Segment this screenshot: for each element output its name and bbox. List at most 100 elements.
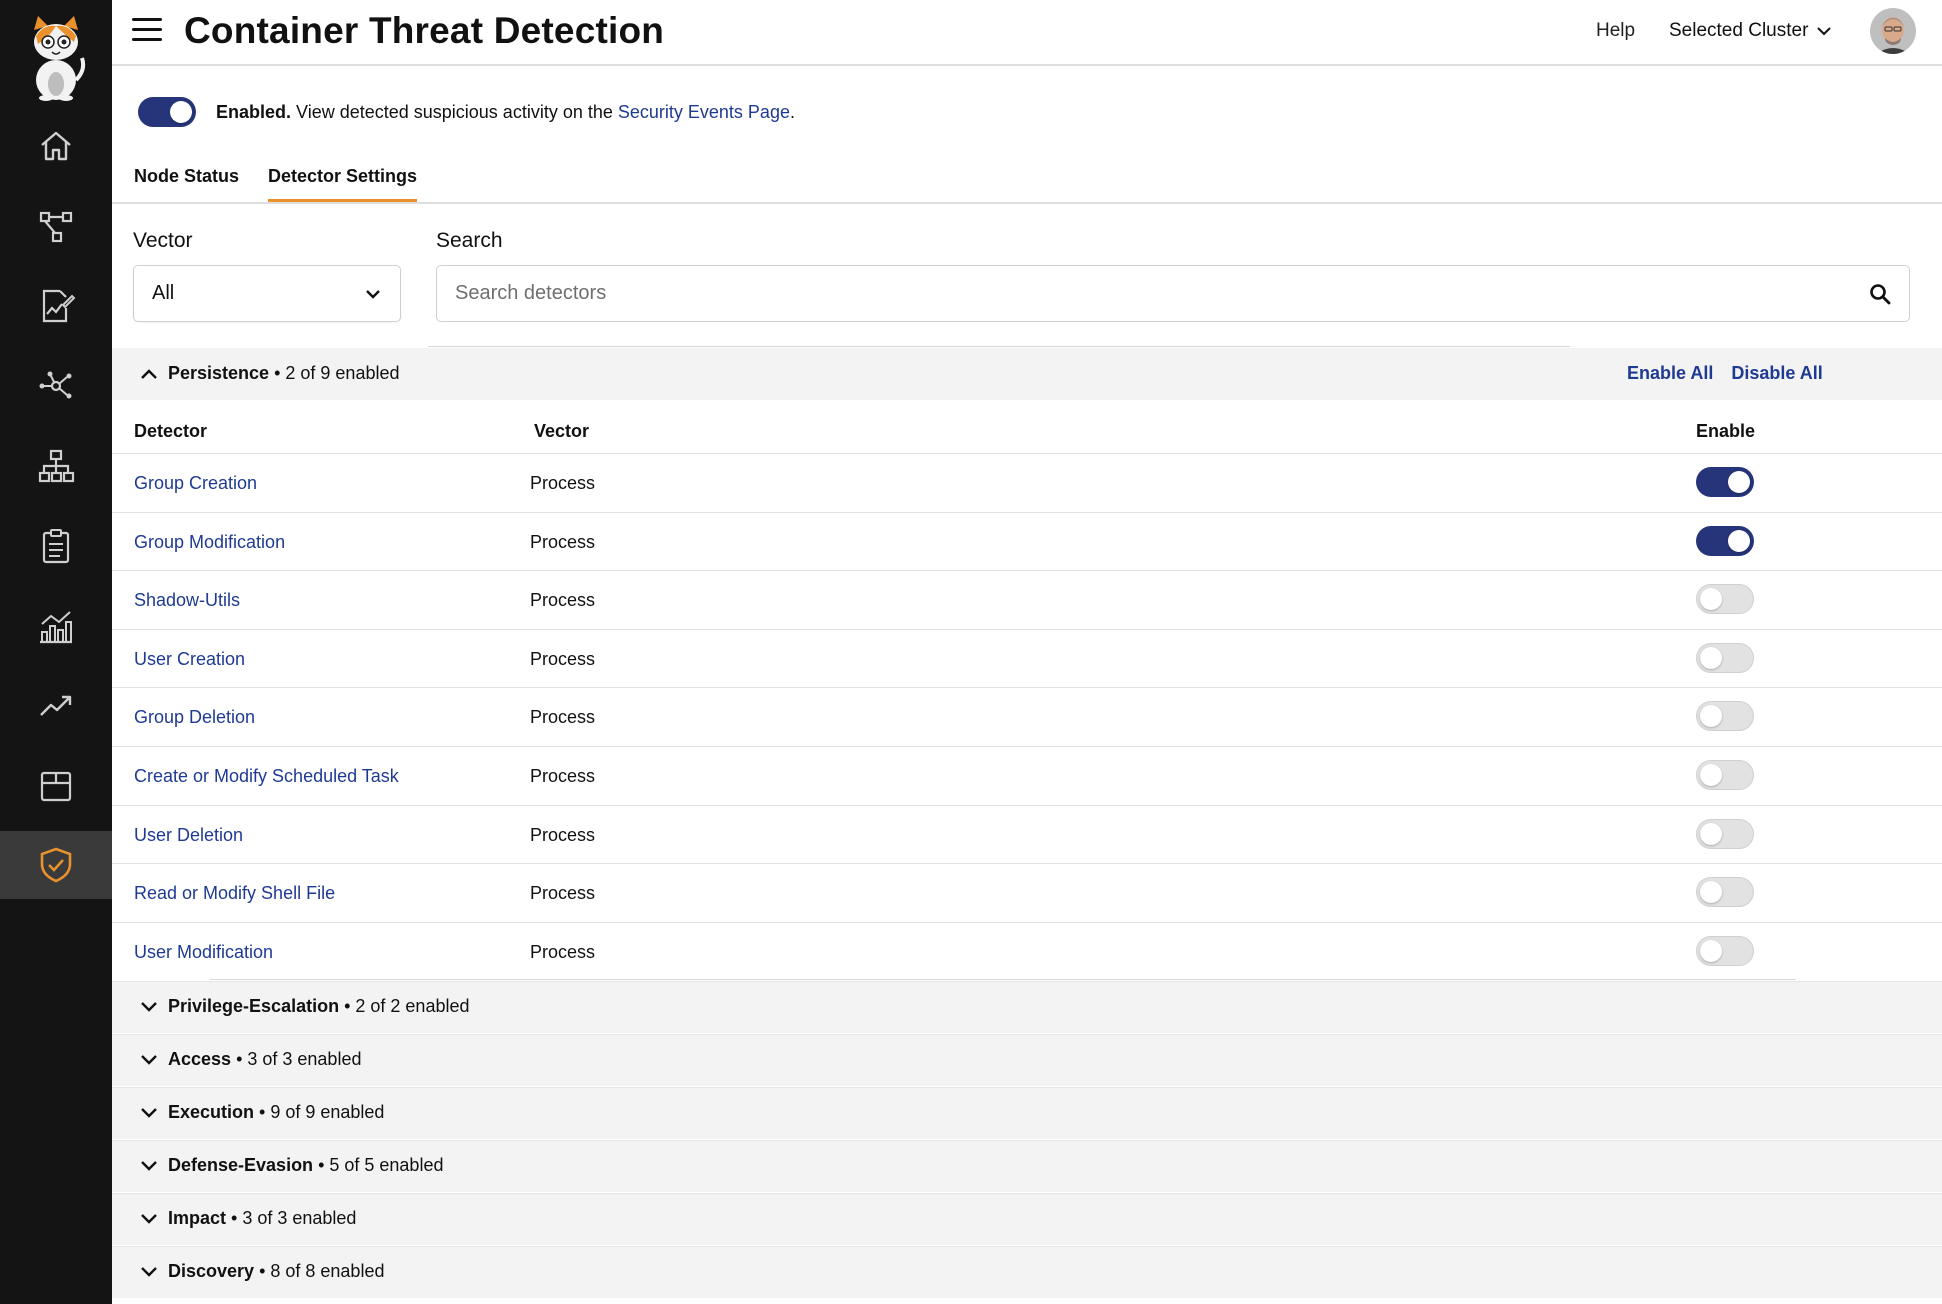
- chevron-down-icon: [1817, 27, 1832, 36]
- section-group: Defense-Evasion • 5 of 5 enabled: [112, 1140, 1942, 1192]
- tab-bar: Node Status Detector Settings: [112, 160, 1942, 204]
- workflow-icon: [39, 211, 73, 243]
- section-name: Persistence: [168, 363, 270, 383]
- table-row: Create or Modify Scheduled Task Process: [112, 746, 1942, 804]
- detector-vector: Process: [530, 941, 596, 962]
- section-group: Privilege-Escalation • 2 of 2 enabled: [112, 981, 1942, 1033]
- detector-link[interactable]: Create or Modify Scheduled Task: [134, 766, 399, 787]
- hamburger-menu-icon[interactable]: [132, 18, 162, 46]
- group-name: Impact: [168, 1208, 227, 1228]
- nav-workflows[interactable]: [0, 192, 112, 260]
- section-actions: Enable All Disable All: [1627, 363, 1841, 384]
- detector-link[interactable]: User Modification: [134, 942, 273, 963]
- detector-enable-toggle[interactable]: [1696, 525, 1754, 556]
- section-group-toggle[interactable]: Access • 3 of 3 enabled: [140, 1049, 361, 1070]
- group-name: Execution: [168, 1102, 255, 1122]
- tab-node-status[interactable]: Node Status: [134, 166, 239, 199]
- enable-all-button[interactable]: Enable All: [1627, 363, 1713, 383]
- nav-threat-detection[interactable]: [0, 831, 112, 899]
- group-name: Privilege-Escalation: [168, 996, 340, 1016]
- detector-vector: Process: [530, 590, 596, 611]
- detector-vector: Process: [530, 707, 596, 728]
- section-group-toggle[interactable]: Defense-Evasion • 5 of 5 enabled: [140, 1155, 443, 1176]
- detector-link[interactable]: Shadow-Utils: [134, 590, 240, 611]
- report-icon: [42, 289, 76, 323]
- table-row: Group Modification Process: [112, 511, 1942, 570]
- nav-clipboard[interactable]: [0, 512, 112, 580]
- global-enable-toggle[interactable]: [138, 97, 196, 127]
- chevron-down-icon: [141, 1266, 157, 1277]
- col-header-vector: Vector: [534, 421, 590, 441]
- detector-link[interactable]: Read or Modify Shell File: [134, 883, 335, 904]
- section-group-toggle[interactable]: Privilege-Escalation • 2 of 2 enabled: [140, 996, 469, 1017]
- detector-link[interactable]: User Creation: [134, 649, 245, 670]
- search-box: [436, 265, 1910, 322]
- detector-enable-toggle[interactable]: [1696, 818, 1754, 849]
- search-label: Search: [436, 229, 503, 252]
- group-name: Defense-Evasion: [168, 1155, 314, 1175]
- detector-enable-toggle[interactable]: [1696, 760, 1754, 790]
- cluster-selector[interactable]: Selected Cluster: [1669, 20, 1832, 42]
- nav-trends[interactable]: [0, 672, 112, 740]
- chevron-down-icon: [141, 1107, 157, 1118]
- cat-logo-icon[interactable]: [24, 14, 88, 102]
- sidebar: [0, 0, 112, 1304]
- detector-link[interactable]: Group Deletion: [134, 707, 255, 728]
- detector-link[interactable]: User Deletion: [134, 825, 243, 846]
- section-persistence: Persistence • 2 of 9 enabled Enable All D…: [112, 348, 1942, 400]
- section-persistence-toggle[interactable]: Persistence • 2 of 9 enabled: [140, 363, 399, 384]
- detector-enable-toggle[interactable]: [1696, 877, 1754, 908]
- nav-reports[interactable]: [0, 272, 112, 340]
- search-input[interactable]: [455, 282, 1835, 305]
- home-icon: [41, 131, 71, 161]
- detector-vector: Process: [530, 473, 596, 493]
- table-row: Group Deletion Process: [112, 687, 1942, 745]
- detector-vector: Process: [530, 883, 596, 904]
- network-icon: [39, 371, 72, 399]
- group-count: • 3 of 3 enabled: [231, 1049, 362, 1069]
- nav-packages[interactable]: [0, 752, 112, 820]
- detector-vector: Process: [530, 766, 596, 786]
- group-count: • 2 of 2 enabled: [339, 996, 470, 1016]
- tab-detector-settings[interactable]: Detector Settings: [268, 166, 418, 202]
- package-icon: [40, 771, 72, 802]
- user-avatar[interactable]: [1870, 8, 1916, 54]
- cluster-label: Selected Cluster: [1669, 20, 1809, 41]
- table-row: Group Creation Process: [112, 453, 1942, 511]
- detector-enable-toggle[interactable]: [1696, 701, 1754, 732]
- table-row: User Modification Process: [112, 921, 1942, 980]
- chevron-down-icon: [141, 1054, 157, 1065]
- detector-link[interactable]: Group Creation: [134, 473, 257, 494]
- disable-all-button[interactable]: Disable All: [1731, 363, 1822, 383]
- chevron-down-icon: [141, 1001, 157, 1012]
- detector-link[interactable]: Group Modification: [134, 532, 285, 553]
- detector-enable-toggle[interactable]: [1696, 935, 1754, 966]
- enabled-label: Enabled.: [216, 101, 292, 122]
- detector-vector: Process: [530, 648, 596, 669]
- help-link[interactable]: Help: [1596, 20, 1635, 42]
- group-name: Access: [168, 1049, 232, 1069]
- table-row: Shadow-Utils Process: [112, 570, 1942, 628]
- section-group-toggle[interactable]: Impact • 3 of 3 enabled: [140, 1208, 356, 1229]
- shield-check-icon: [40, 847, 72, 883]
- nav-home[interactable]: [0, 112, 112, 180]
- detector-vector: Process: [530, 824, 596, 845]
- section-group-toggle[interactable]: Discovery • 8 of 8 enabled: [140, 1261, 384, 1282]
- security-events-link[interactable]: Security Events Page: [618, 102, 790, 122]
- detector-enable-toggle[interactable]: [1696, 642, 1754, 673]
- group-count: • 8 of 8 enabled: [254, 1261, 385, 1281]
- col-header-enable: Enable: [1696, 421, 1756, 441]
- chevron-down-icon: [141, 1160, 157, 1171]
- section-group-toggle[interactable]: Execution • 9 of 9 enabled: [140, 1102, 384, 1123]
- section-count: • 2 of 9 enabled: [269, 363, 400, 383]
- section-group: Execution • 9 of 9 enabled: [112, 1087, 1942, 1139]
- nav-analytics[interactable]: [0, 592, 112, 660]
- search-icon[interactable]: [1869, 283, 1891, 305]
- nav-network[interactable]: [0, 352, 112, 420]
- group-count: • 5 of 5 enabled: [313, 1155, 444, 1175]
- detector-enable-toggle[interactable]: [1696, 467, 1754, 497]
- enabled-description: View detected suspicious activity on the: [291, 101, 618, 122]
- vector-select[interactable]: All: [133, 265, 401, 322]
- detector-enable-toggle[interactable]: [1696, 584, 1754, 615]
- nav-hierarchy[interactable]: [0, 432, 112, 500]
